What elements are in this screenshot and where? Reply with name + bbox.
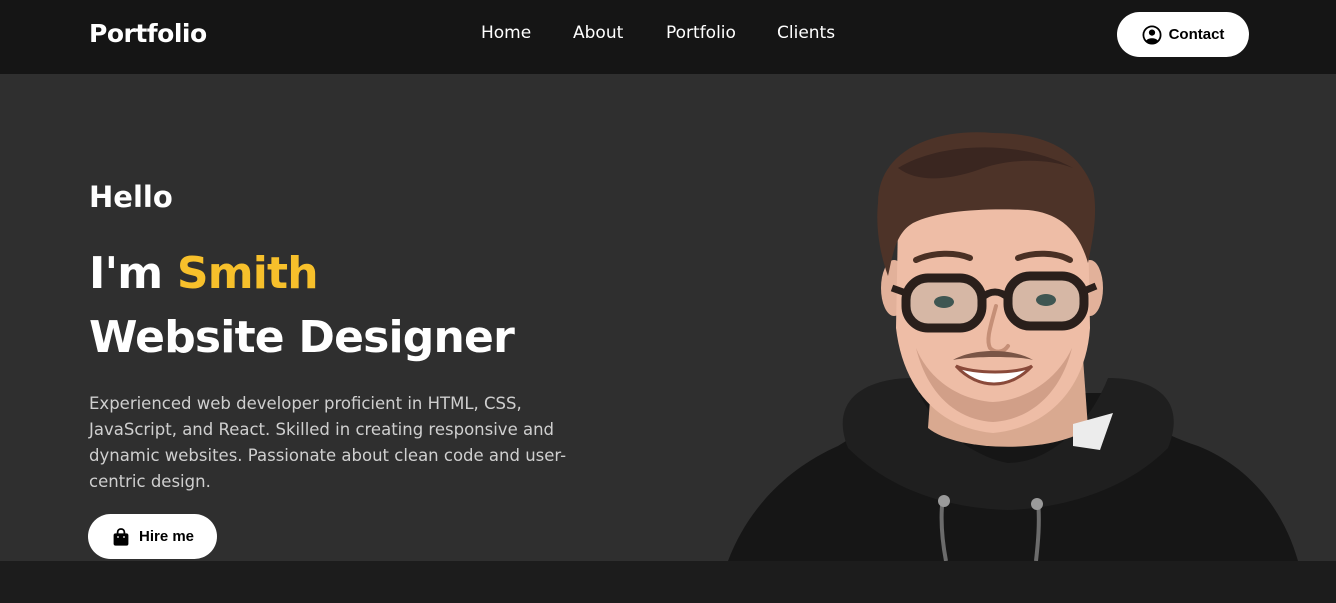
hire-me-label: Hire me: [138, 528, 195, 545]
navbar: Portfolio Home About Portfolio Clients C…: [0, 0, 1336, 74]
user-circle-icon: [1142, 24, 1162, 45]
hero-bio: Experienced web developer proficient in …: [89, 394, 567, 491]
hero-section: Hello I'm Smith Website Designer Experie…: [0, 74, 1336, 561]
hero-intro: I'm: [89, 248, 163, 299]
hero-role: Website Designer: [89, 312, 515, 363]
hero-greeting: Hello: [89, 180, 173, 214]
shopping-bag-icon: [111, 527, 131, 547]
hire-me-button[interactable]: Hire me: [88, 514, 217, 559]
nav-link-about[interactable]: About: [573, 23, 623, 43]
nav-link-portfolio[interactable]: Portfolio: [666, 23, 736, 43]
profile-photo: [728, 132, 1298, 561]
section-divider: [0, 561, 1336, 603]
nav-link-home[interactable]: Home: [481, 23, 531, 43]
hero-headline: I'm Smith: [89, 244, 319, 304]
contact-button[interactable]: Contact: [1117, 12, 1249, 57]
nav-link-clients[interactable]: Clients: [777, 23, 835, 43]
hero-name: Smith: [176, 248, 319, 299]
contact-button-label: Contact: [1168, 26, 1225, 43]
brand-logo[interactable]: Portfolio: [89, 19, 207, 48]
